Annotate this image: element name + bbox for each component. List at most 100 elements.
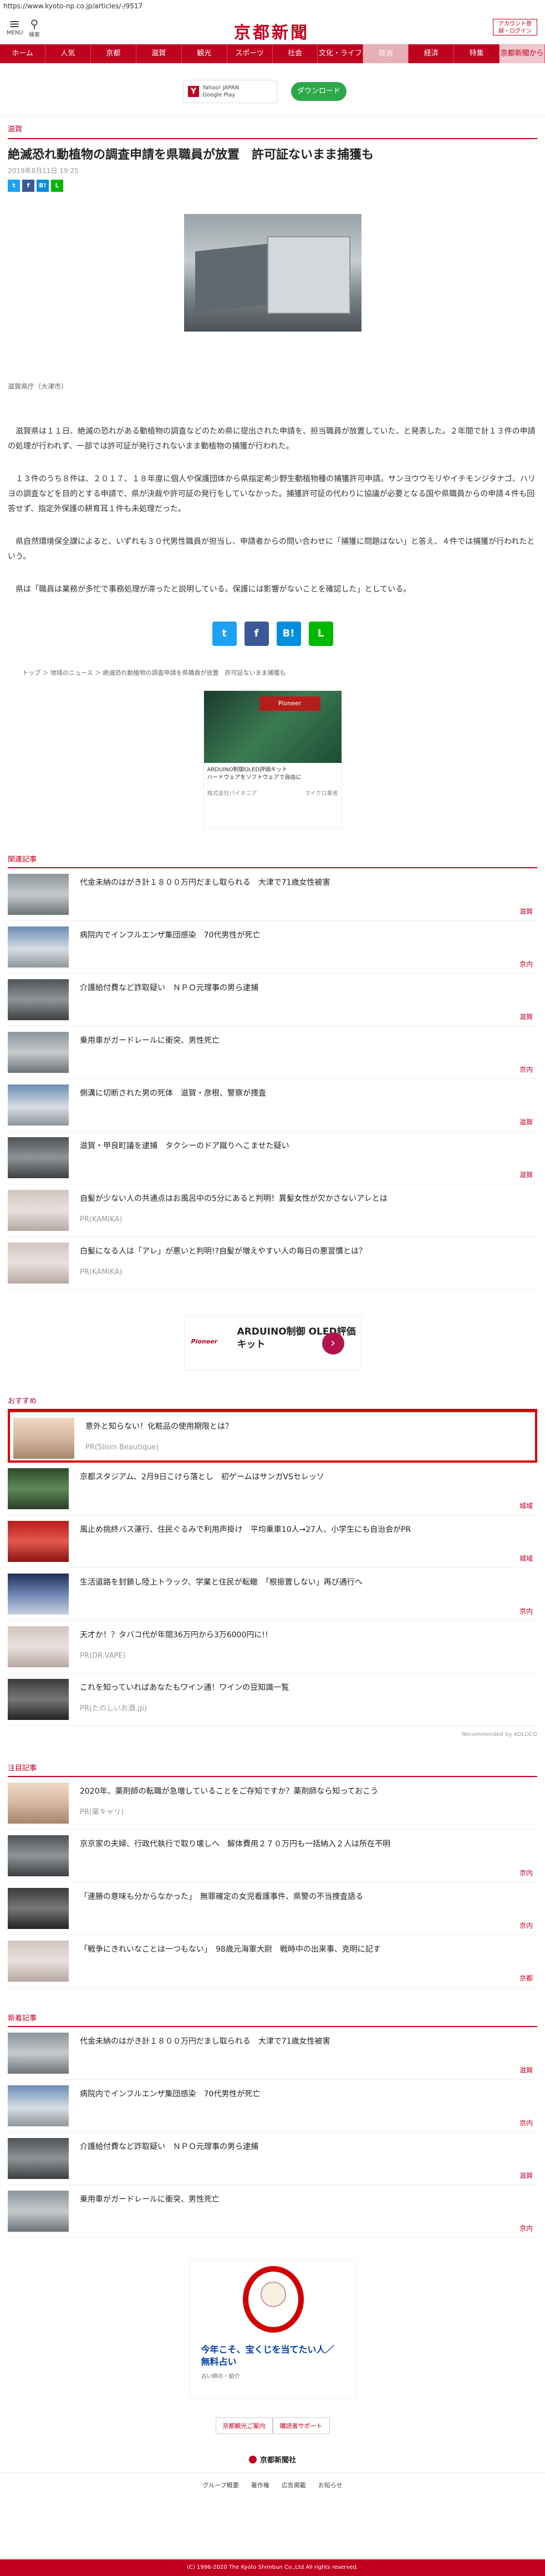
hatena-icon[interactable]: B! bbox=[276, 622, 301, 646]
list-item-tag: 滋賀 bbox=[519, 1118, 533, 1126]
paragraph: １３件のうち８件は、２０１７、１８年度に個人や保護団体から県指定希少野生動植物種… bbox=[8, 475, 536, 513]
list-item-title-text: 天才か！？タバコ代が年間36万円から3万6000円に!! bbox=[80, 1631, 268, 1640]
related-heading: 関連記事 bbox=[8, 856, 37, 864]
list-item[interactable]: これを知っていればあなたもワイン通！ワインの豆知識一覧 PR(たのしいお酒.jp) bbox=[8, 1673, 537, 1726]
list-item-tag: 京都 bbox=[519, 1974, 533, 1982]
brand-logo-icon bbox=[248, 2456, 257, 2463]
app-promo: Y Yahoo! JAPAN Google Play ダウンロード bbox=[0, 63, 545, 116]
nav-item-society[interactable]: 社会 bbox=[273, 44, 318, 63]
list-item[interactable]: 「戦争にきれいなことは一つもない」 98歳元海軍大尉 戦時中の出来事、克明に記す… bbox=[8, 1935, 537, 1988]
list-item[interactable]: 京京家の夫婦、行政代執行で取り壊しへ 解体費用２７０万円も一括納入２人は所在不明… bbox=[8, 1830, 537, 1882]
breadcrumb-item[interactable]: トップ bbox=[22, 669, 40, 676]
ad-arduino[interactable]: Pioneer ARDUINO制御OLED評価キット ハードウェアをソフトウェア… bbox=[203, 690, 342, 829]
list-item-title-text: 意外と知らない！化粧品の使用期限とは？ bbox=[85, 1422, 233, 1431]
nav-item-popular[interactable]: 人気 bbox=[45, 44, 91, 63]
breadcrumb-item: 絶滅恐れ動植物の調査申請を県職員が放置 許可証ないまま捕獲も bbox=[103, 669, 286, 676]
ad-more-link[interactable]: マイクロ業者 bbox=[305, 788, 338, 797]
list-item[interactable]: 病院内でインフルエンザ集団感染 70代男性が死亡 京内 bbox=[8, 2080, 537, 2132]
google-play-badge[interactable]: Y Yahoo! JAPAN Google Play bbox=[183, 80, 277, 103]
bottom-link[interactable]: 京都観光ご案内 bbox=[215, 2417, 273, 2434]
list-item-title: 「連勝の意味も分からなかった」 無罪確定の女児看護事件、県警の不当捜査語る bbox=[80, 1892, 363, 1901]
facebook-icon[interactable]: f bbox=[22, 180, 34, 192]
footer-brand[interactable]: 京都新聞社 bbox=[0, 2454, 545, 2465]
list-item-tag: 滋賀 bbox=[519, 1171, 533, 1179]
nav-item-home[interactable]: ホーム bbox=[0, 44, 45, 63]
list-item[interactable]: 風止め挑終バス運行、住民ぐるみで利用声掛け 平均乗車10人→27人、小学生にも自… bbox=[8, 1515, 537, 1568]
hatena-icon[interactable]: B! bbox=[37, 180, 49, 192]
new-list: 代金未納のはがき計１８００万円だまし取られる 大津で71歳女性被害 滋賀 病院内で… bbox=[0, 2027, 545, 2238]
facebook-icon[interactable]: f bbox=[244, 622, 269, 646]
line-icon[interactable]: L bbox=[308, 622, 333, 646]
article-body: 滋賀県は１１日、絶滅の恐れがある動植物の調査などのため県に提出された申請を、担当… bbox=[8, 424, 537, 597]
store-sub: Google Play bbox=[202, 92, 236, 98]
ad-oled[interactable]: Pioneer ARDUINO制御 OLED評価 キット › bbox=[184, 1315, 361, 1371]
list-item[interactable]: 代金未納のはがき計１８００万円だまし取られる 大津で71歳女性被害 滋賀 bbox=[8, 2027, 537, 2080]
footer-link[interactable]: 広告掲載 bbox=[282, 2481, 306, 2490]
breadcrumb-item[interactable]: 地域のニュース bbox=[50, 669, 93, 676]
download-button[interactable]: ダウンロード bbox=[291, 82, 347, 101]
nav-item-politics[interactable]: 政治 bbox=[363, 44, 409, 63]
nav-item-shiga[interactable]: 滋賀 bbox=[136, 44, 182, 63]
list-item-tag: 滋賀 bbox=[519, 908, 533, 915]
list-item[interactable]: 介護給付費など詐取疑い ＮＰＯ元理事の男ら逮捕 滋賀 bbox=[8, 974, 537, 1026]
twitter-icon[interactable]: t bbox=[212, 622, 237, 646]
list-item-tag: 京内 bbox=[519, 1607, 533, 1615]
footer-links: グループ概要 著作権 広告掲載 お知らせ bbox=[0, 2472, 545, 2490]
list-item[interactable]: 乗用車がガードレールに衝突、男性死亡 京内 bbox=[8, 1026, 537, 1079]
nav-item-kyoto[interactable]: 京都 bbox=[91, 44, 136, 63]
share-buttons-small: t f B! L bbox=[8, 180, 537, 192]
list-item[interactable]: 2020年、薬剤師の転職が急増していることをご存知ですか？薬剤師なら知っておこう… bbox=[8, 1777, 537, 1830]
list-item[interactable]: 白髪になる人は「アレ」が悪いと判明!?自髪が増えやすい人の毎日の悪習慣とは？ PR… bbox=[8, 1237, 537, 1290]
menu-button[interactable]: ≡ MENU bbox=[7, 17, 23, 36]
nav-item-from-kyoto[interactable]: 京都新聞から bbox=[500, 44, 545, 63]
search-button[interactable]: ⚲ 検索 bbox=[27, 18, 42, 38]
article-date: 2019年8月11日 19:25 bbox=[8, 167, 79, 175]
pr-label: PR(KAMIKA) bbox=[80, 1268, 123, 1276]
list-item[interactable]: 滋賀・甲良町議を逮捕 タクシーのドア蹴りへこませた疑い 滋賀 bbox=[8, 1132, 537, 1184]
nav-item-sports[interactable]: スポーツ bbox=[227, 44, 273, 63]
list-item[interactable]: 介護給付費など詐取疑い ＮＰＯ元理事の男ら逮捕滋賀 bbox=[8, 2132, 537, 2185]
list-item-title: 「戦争にきれいなことは一つもない」 98歳元海軍大尉 戦時中の出来事、克明に記す bbox=[80, 1945, 381, 1954]
list-item[interactable]: 代金未納のはがき計１８００万円だまし取られる 大津で71歳女性被害 滋賀 bbox=[8, 868, 537, 921]
list-item-title: 自髪が少ない人の共通点はお風呂中の5分にあると判明！異髪女性が欠かさないアレとは… bbox=[80, 1193, 537, 1225]
thumbnail bbox=[8, 1626, 69, 1667]
thumbnail bbox=[8, 1521, 69, 1562]
article-category[interactable]: 滋賀 bbox=[8, 123, 537, 134]
list-item[interactable]: 意外と知らない！化粧品の使用期限とは？ PR(Slism Beautique) bbox=[8, 1410, 537, 1463]
photo-building bbox=[267, 236, 350, 314]
twitter-icon[interactable]: t bbox=[8, 180, 20, 192]
bottom-link[interactable]: 購読者サポート bbox=[272, 2417, 330, 2434]
chevron-right-icon[interactable]: › bbox=[322, 1332, 344, 1355]
search-label: 検索 bbox=[29, 32, 40, 38]
list-item[interactable]: 病院内でインフルエンザ集団感染 70代男性が死亡 京内 bbox=[8, 921, 537, 974]
nav-item-feature[interactable]: 特集 bbox=[454, 44, 500, 63]
nav-item-economy[interactable]: 経済 bbox=[409, 44, 455, 63]
chumoku-heading: 注目記事 bbox=[8, 1764, 37, 1773]
list-item-tag: 滋賀 bbox=[519, 2172, 533, 2180]
site-logo[interactable]: 京都新聞 bbox=[216, 19, 327, 43]
photo-caption: 滋賀県庁（大津市） bbox=[8, 383, 68, 390]
footer-link[interactable]: お知らせ bbox=[318, 2481, 343, 2490]
ad-fortune[interactable]: 今年こそ、宝くじを当てたい人／ 無料占い 占い師の・紹介 bbox=[189, 2260, 356, 2399]
list-item[interactable]: 乗用車がガードレールに衝突、男性死亡 京内 bbox=[8, 2185, 537, 2238]
nav-item-tourism[interactable]: 観光 bbox=[182, 44, 227, 63]
url-bar[interactable]: https://www.kyoto-np.co.jp/articles/-/95… bbox=[0, 0, 545, 13]
line-icon[interactable]: L bbox=[51, 180, 63, 192]
list-item[interactable]: 天才か！？タバコ代が年間36万円から3万6000円に!! PR(DR.VAPE) bbox=[8, 1621, 537, 1673]
footer-link[interactable]: グループ概要 bbox=[202, 2481, 238, 2490]
list-item[interactable]: 自髪が少ない人の共通点はお風呂中の5分にあると判明！異髪女性が欠かさないアレとは… bbox=[8, 1184, 537, 1237]
pr-label: PR(薬キャリ) bbox=[80, 1808, 124, 1816]
footer-link[interactable]: 著作権 bbox=[251, 2481, 269, 2490]
list-item-title: 介護給付費など詐取疑い ＮＰＯ元理事の男ら逮捕 bbox=[80, 2142, 258, 2151]
nav-item-culture[interactable]: 文化・ライフ bbox=[318, 44, 364, 63]
list-item-title: 京都スタジアム、2月9日こけら落とし 初ゲームはサンガVSセレッソ bbox=[80, 1473, 324, 1482]
list-item[interactable]: 生活道路を封鎖し陸上トラック、学業と住民が転轍 「根振置しない」再び通行へ 京内 bbox=[8, 1568, 537, 1621]
list-item[interactable]: 京都スタジアム、2月9日こけら落とし 初ゲームはサンガVSセレッソ 城域 bbox=[8, 1463, 537, 1515]
list-item[interactable]: 「連勝の意味も分からなかった」 無罪確定の女児看護事件、県警の不当捜査語る 京内 bbox=[8, 1882, 537, 1935]
list-item[interactable]: 側溝に切断された男の死体 滋賀・彦根、警察が捜査滋賀 bbox=[8, 1079, 537, 1132]
thumbnail bbox=[8, 1243, 69, 1284]
ad-copy-2: 無料占い bbox=[201, 2356, 237, 2367]
list-item-title: 介護給付費など詐取疑い ＮＰＯ元理事の男ら逮捕 bbox=[80, 984, 258, 992]
list-item-title: 側溝に切断された男の死体 滋賀・彦根、警察が捜査 bbox=[80, 1089, 266, 1098]
login-button[interactable]: アカウント登録・ログイン bbox=[493, 19, 537, 35]
